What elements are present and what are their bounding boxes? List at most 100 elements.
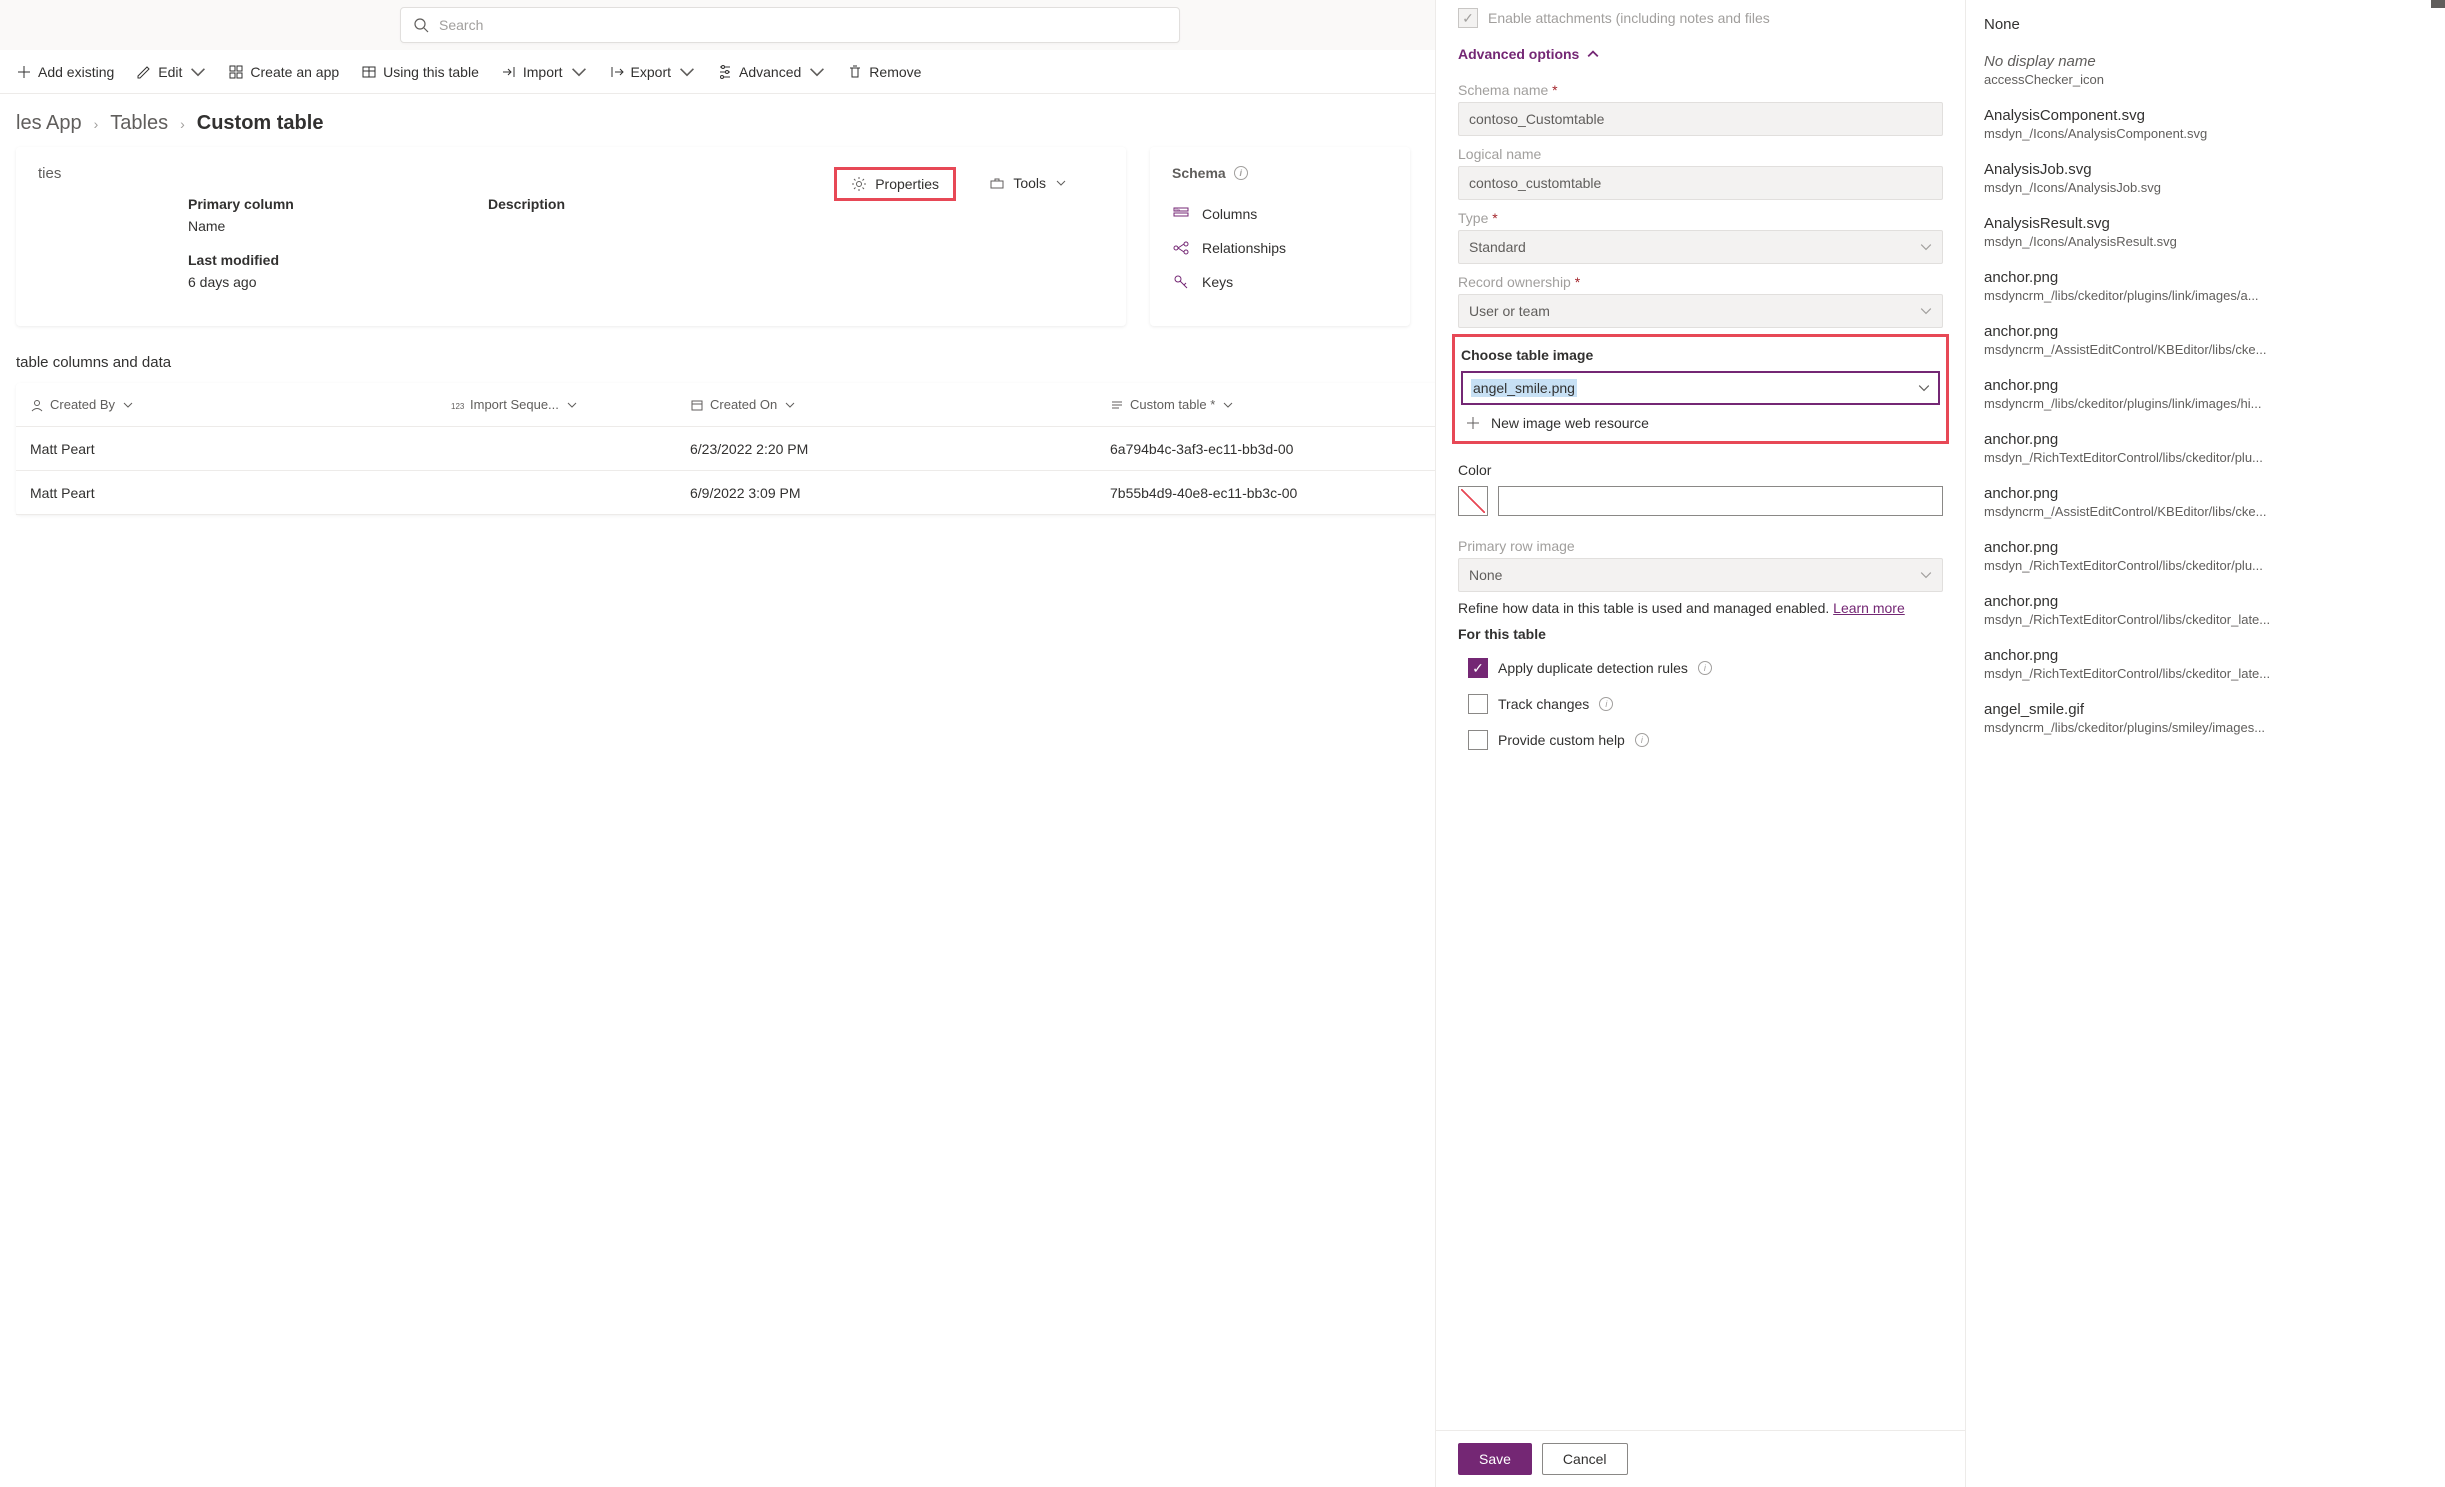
flyout-option[interactable]: AnalysisResult.svg msdyn_/Icons/AnalysisR… [1966, 205, 2445, 259]
chevron-down-icon [785, 400, 795, 410]
info-icon[interactable]: i [1599, 697, 1613, 711]
cmd-export[interactable]: Export [599, 58, 705, 86]
cell-created-by: Matt Peart [16, 441, 436, 457]
cmd-label: Add existing [38, 64, 114, 80]
cmd-edit[interactable]: Edit [126, 58, 216, 86]
import-icon [501, 64, 517, 80]
col-import-seq[interactable]: 123 Import Seque... [436, 397, 676, 412]
last-modified-value: 6 days ago [188, 274, 488, 290]
option-path: msdyncrm_/libs/ckeditor/plugins/link/ima… [1984, 396, 2427, 411]
plus-icon [16, 64, 32, 80]
export-icon [609, 64, 625, 80]
flyout-option[interactable]: AnalysisComponent.svgmsdyn_/Icons/Analys… [1966, 97, 2445, 151]
svg-text:Abc: Abc [1175, 208, 1181, 212]
option-path: msdyn_/RichTextEditorControl/libs/ckedit… [1984, 450, 2427, 465]
toolbox-icon [989, 175, 1005, 191]
breadcrumb-tables[interactable]: Tables [110, 112, 168, 135]
flyout-option[interactable]: anchor.pngmsdyncrm_/AssistEditControl/KB… [1966, 475, 2445, 529]
option-title: AnalysisJob.svg [1984, 161, 2427, 178]
search-input[interactable]: Search [400, 7, 1180, 43]
option-title: AnalysisResult.svg [1984, 215, 2427, 232]
advanced-options-toggle[interactable]: Advanced options [1458, 36, 1943, 72]
custom-help-checkbox[interactable] [1468, 730, 1488, 750]
person-icon [30, 398, 44, 412]
option-path: msdyn_/Icons/AnalysisJob.svg [1984, 180, 2427, 195]
flyout-option[interactable]: anchor.pngmsdyncrm_/libs/ckeditor/plugin… [1966, 259, 2445, 313]
keys-link[interactable]: Keys [1172, 265, 1388, 299]
adv-label: Advanced options [1458, 46, 1579, 62]
relationships-link[interactable]: Relationships [1172, 231, 1388, 265]
info-icon[interactable]: i [1234, 166, 1248, 180]
choose-image-highlight: Choose table image angel_smile.png New i… [1452, 334, 1949, 444]
columns-icon: Abc [1172, 205, 1190, 223]
option-title: anchor.png [1984, 647, 2427, 664]
color-input[interactable] [1498, 486, 1943, 516]
choose-image-combobox[interactable]: angel_smile.png [1461, 371, 1940, 405]
chevron-down-icon [190, 64, 206, 80]
flyout-option[interactable]: anchor.png msdyn_/RichTextEditorControl/l… [1966, 529, 2445, 583]
cmd-remove[interactable]: Remove [837, 58, 931, 86]
edit-table-panel: ✓ Enable attachments (including notes an… [1435, 0, 1965, 1487]
cancel-button[interactable]: Cancel [1542, 1443, 1628, 1475]
text-icon [1110, 398, 1124, 412]
option-title: No display name [1984, 53, 2427, 70]
info-icon[interactable]: i [1635, 733, 1649, 747]
info-icon[interactable]: i [1698, 661, 1712, 675]
breadcrumb-app[interactable]: les App [16, 112, 82, 135]
flyout-option[interactable]: anchor.pngmsdyn_/RichTextEditorControl/l… [1966, 583, 2445, 637]
cmd-create-app[interactable]: Create an app [218, 58, 349, 86]
tools-button[interactable]: Tools [989, 175, 1066, 191]
chevron-down-icon [1056, 178, 1066, 188]
col-created-on[interactable]: Created On [676, 397, 1096, 412]
separator-icon: › [94, 116, 99, 132]
option-path: msdyn_/Icons/AnalysisResult.svg [1984, 234, 2427, 249]
cmd-advanced[interactable]: Advanced [707, 58, 835, 86]
chevron-down-icon [567, 400, 577, 410]
number-icon: 123 [450, 398, 464, 412]
logical-name-field: contoso_customtable [1458, 166, 1943, 200]
image-picker-flyout[interactable]: NoneNo display nameaccessChecker_iconAna… [1965, 0, 2445, 1487]
chevron-down-icon [1920, 305, 1932, 317]
flyout-option[interactable]: AnalysisJob.svg msdyn_/Icons/AnalysisJob.… [1966, 151, 2445, 205]
dup-rules-checkbox[interactable]: ✓ [1468, 658, 1488, 678]
track-changes-checkbox[interactable] [1468, 694, 1488, 714]
chevron-down-icon [679, 64, 695, 80]
option-title: anchor.png [1984, 485, 2427, 502]
new-image-resource-button[interactable]: New image web resource [1461, 405, 1940, 433]
cmd-add-existing[interactable]: Add existing [6, 58, 124, 86]
search-placeholder: Search [439, 17, 483, 33]
cmd-import[interactable]: Import [491, 58, 597, 86]
flyout-option[interactable]: No display nameaccessChecker_icon [1966, 43, 2445, 97]
primary-row-image-label: Primary row image [1458, 528, 1943, 558]
flyout-option[interactable]: anchor.pngmsdyn_/RichTextEditorControl/l… [1966, 421, 2445, 475]
flyout-option[interactable]: angel_smile.gifmsdyncrm_/libs/ckeditor/p… [1966, 691, 2445, 745]
col-label: Created By [50, 397, 115, 412]
col-created-by[interactable]: Created By [16, 397, 436, 412]
color-swatch[interactable] [1458, 486, 1488, 516]
type-label: Type * [1458, 200, 1943, 230]
properties-button[interactable]: Properties [834, 167, 956, 201]
flyout-option[interactable]: None [1966, 6, 2445, 43]
gear-icon [851, 176, 867, 192]
option-title: anchor.png [1984, 539, 2427, 556]
flyout-option[interactable]: anchor.pngmsdyncrm_/AssistEditControl/KB… [1966, 313, 2445, 367]
new-resource-label: New image web resource [1491, 415, 1649, 431]
cmd-label: Edit [158, 64, 182, 80]
for-this-table-header: For this table [1458, 626, 1943, 642]
cmd-using-table[interactable]: Using this table [351, 58, 489, 86]
cmd-label: Remove [869, 64, 921, 80]
enable-attachments-checkbox: ✓ [1458, 8, 1478, 28]
save-button[interactable]: Save [1458, 1443, 1532, 1475]
columns-link[interactable]: Abc Columns [1172, 197, 1388, 231]
flyout-option[interactable]: anchor.pngmsdyncrm_/libs/ckeditor/plugin… [1966, 367, 2445, 421]
calendar-icon [690, 398, 704, 412]
custom-help-label: Provide custom help [1498, 732, 1625, 748]
learn-more-link[interactable]: Learn more [1833, 600, 1905, 616]
option-path: msdyn_/RichTextEditorControl/libs/ckedit… [1984, 558, 2427, 573]
option-path: msdyn_/RichTextEditorControl/libs/ckedit… [1984, 612, 2427, 627]
flyout-option[interactable]: anchor.pngmsdyn_/RichTextEditorControl/l… [1966, 637, 2445, 691]
cell-created-on: 6/23/2022 2:20 PM [676, 441, 1096, 457]
cmd-label: Create an app [250, 64, 339, 80]
plus-icon [1465, 415, 1481, 431]
scrollbar-indicator [2431, 0, 2445, 8]
